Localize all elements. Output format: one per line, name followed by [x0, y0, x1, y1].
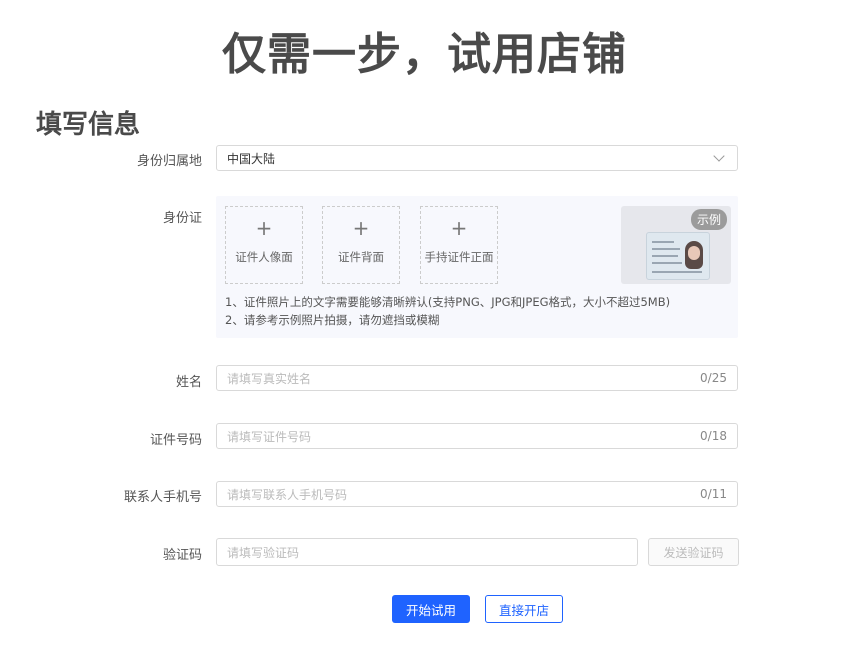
plus-icon: +	[450, 216, 468, 240]
upload-back-side[interactable]: + 证件背面	[322, 206, 400, 284]
sample-id-photo[interactable]: 示例	[621, 206, 731, 284]
send-code-button[interactable]: 发送验证码	[648, 538, 739, 566]
section-title: 填写信息	[36, 110, 141, 140]
upload-note-2: 2、请参考示例照片拍摄，请勿遮挡或模糊	[225, 313, 440, 327]
region-select[interactable]: 中国大陆	[216, 145, 738, 171]
upload-label: 证件人像面	[235, 250, 293, 264]
upload-label: 手持证件正面	[424, 250, 494, 264]
sample-badge: 示例	[690, 209, 727, 230]
upload-note-1: 1、证件照片上的文字需要能够清晰辨认(支持PNG、JPG和JPEG格式，大小不超…	[225, 295, 671, 309]
name-counter: 0/25	[700, 371, 727, 385]
id-number-counter: 0/18	[700, 429, 727, 443]
open-store-button[interactable]: 直接开店	[485, 595, 563, 623]
id-number-input[interactable]: 请填写证件号码 0/18	[216, 423, 738, 449]
upload-portrait-side[interactable]: + 证件人像面	[225, 206, 303, 284]
phone-placeholder: 请填写联系人手机号码	[227, 487, 348, 502]
region-label: 身份归属地	[136, 154, 202, 169]
name-input[interactable]: 请填写真实姓名 0/25	[216, 365, 738, 391]
id-card-label: 身份证	[162, 211, 202, 226]
name-label: 姓名	[175, 375, 202, 390]
plus-icon: +	[352, 216, 370, 240]
sms-label: 验证码	[162, 548, 202, 563]
upload-label: 证件背面	[338, 250, 384, 264]
name-placeholder: 请填写真实姓名	[227, 371, 312, 386]
id-card-upload-panel: + 证件人像面 + 证件背面 + 手持证件正面 示例 1、证件照片上的文字需要能…	[216, 196, 738, 338]
id-card-image	[646, 232, 710, 280]
sms-code-input[interactable]: 请填写验证码	[216, 538, 638, 566]
page-title: 仅需一步，试用店铺	[222, 29, 627, 80]
phone-counter: 0/11	[700, 487, 727, 501]
phone-label: 联系人手机号	[123, 490, 202, 505]
region-value: 中国大陆	[227, 151, 276, 166]
id-number-label: 证件号码	[149, 433, 202, 448]
chevron-down-icon	[713, 150, 725, 162]
upload-handheld[interactable]: + 手持证件正面	[420, 206, 498, 284]
start-trial-button[interactable]: 开始试用	[392, 595, 470, 623]
sms-placeholder: 请填写验证码	[227, 545, 300, 560]
id-number-placeholder: 请填写证件号码	[227, 429, 312, 444]
phone-input[interactable]: 请填写联系人手机号码 0/11	[216, 481, 738, 507]
plus-icon: +	[255, 216, 273, 240]
